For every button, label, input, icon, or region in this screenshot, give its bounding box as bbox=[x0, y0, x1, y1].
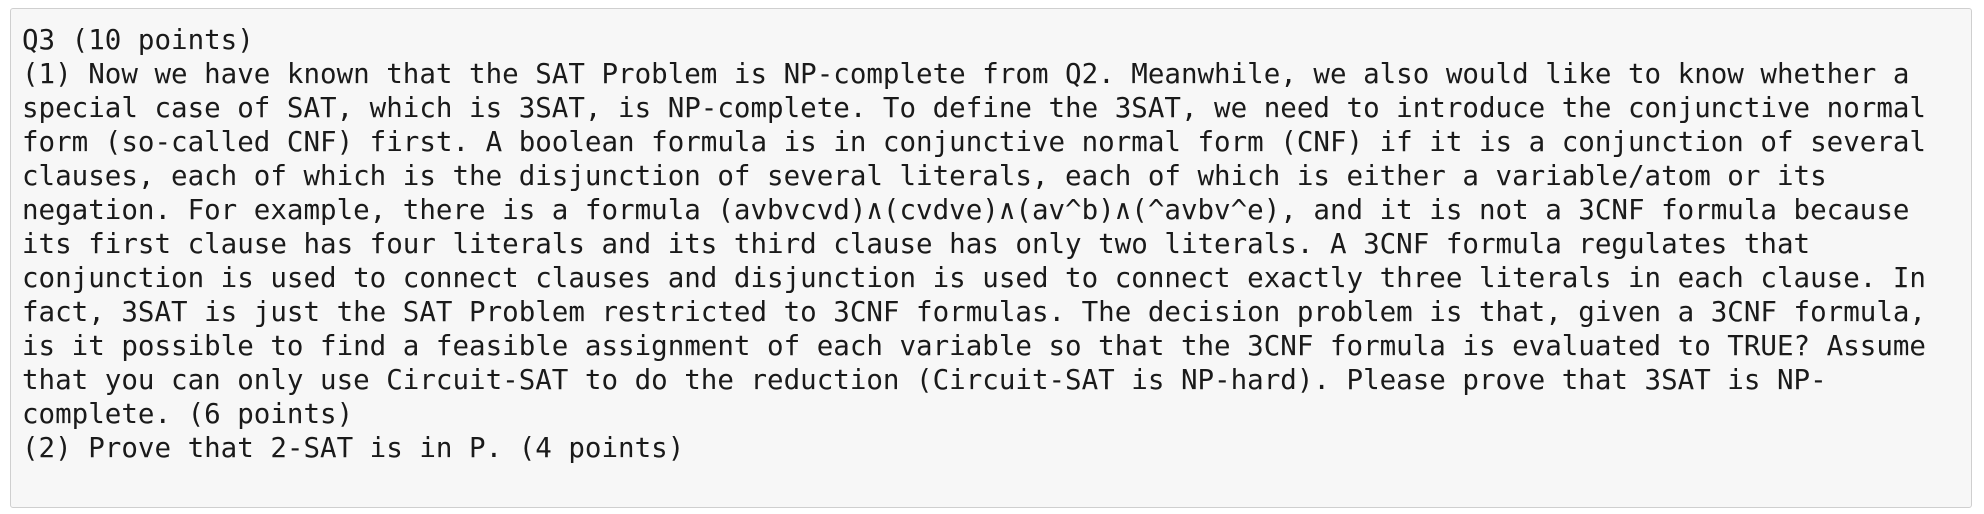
question-part-2: (2) Prove that 2-SAT is in P. (4 points) bbox=[22, 432, 685, 464]
question-line: (1) Now we have known that the SAT Probl… bbox=[22, 58, 1910, 90]
question-line: clauses, each of which is the disjunctio… bbox=[22, 160, 1827, 192]
question-line: special case of SAT, which is 3SAT, is N… bbox=[22, 92, 1926, 124]
question-line: conjunction is used to connect clauses a… bbox=[22, 262, 1926, 294]
question-line: is it possible to find a feasible assign… bbox=[22, 330, 1926, 362]
question-title: Q3 (10 points) bbox=[22, 24, 254, 56]
question-text-box: Q3 (10 points) (1) Now we have known that… bbox=[10, 8, 1972, 508]
question-line: fact, 3SAT is just the SAT Problem restr… bbox=[22, 296, 1926, 328]
question-line: that you can only use Circuit-SAT to do … bbox=[22, 364, 1827, 396]
question-line: form (so-called CNF) first. A boolean fo… bbox=[22, 126, 1926, 158]
question-line: its first clause has four literals and i… bbox=[22, 228, 1811, 260]
question-line: negation. For example, there is a formul… bbox=[22, 194, 1910, 226]
question-line: complete. (6 points) bbox=[22, 398, 354, 430]
